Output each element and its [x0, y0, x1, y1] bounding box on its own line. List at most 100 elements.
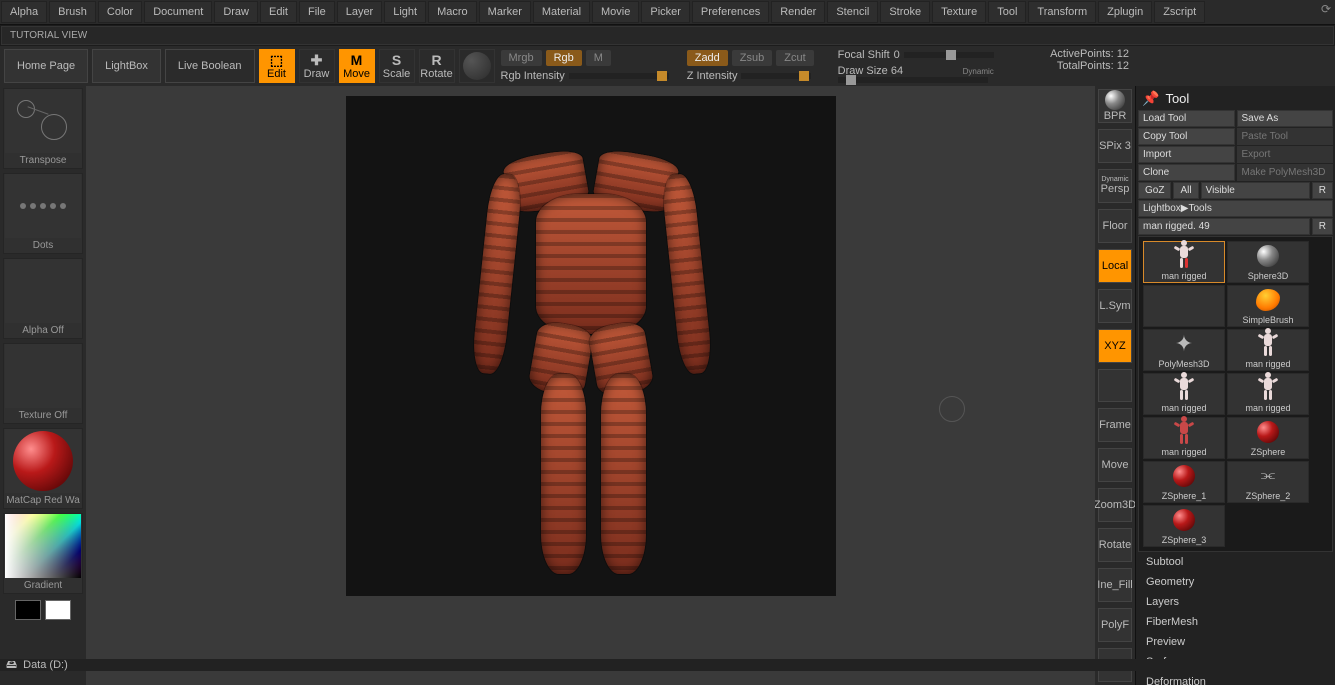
- menu-preferences[interactable]: Preferences: [692, 1, 769, 23]
- section-deformation[interactable]: Deformation: [1138, 672, 1333, 685]
- section-preview[interactable]: Preview: [1138, 632, 1333, 652]
- mode-edit-button[interactable]: ⬚Edit: [259, 49, 295, 83]
- menu-edit[interactable]: Edit: [260, 1, 297, 23]
- swatch-white[interactable]: [45, 600, 71, 620]
- tool-item-blank[interactable]: [1143, 285, 1225, 327]
- menu-zscript[interactable]: Zscript: [1154, 1, 1205, 23]
- zadd-button[interactable]: Zadd: [687, 50, 728, 66]
- toolbtn-visible[interactable]: Visible: [1201, 182, 1310, 199]
- viewbtn-polyf[interactable]: PolyF: [1098, 608, 1132, 642]
- toolbtn-import[interactable]: Import: [1138, 146, 1235, 163]
- viewbtn-persp[interactable]: DynamicPersp: [1098, 169, 1132, 203]
- rgb-button[interactable]: Rgb: [546, 50, 582, 66]
- menu-document[interactable]: Document: [144, 1, 212, 23]
- mode-draw-button[interactable]: ✚Draw: [299, 49, 335, 83]
- viewbtn-spix[interactable]: SPix 3: [1098, 129, 1132, 163]
- m-button[interactable]: M: [586, 50, 611, 66]
- toolbtn-load-tool[interactable]: Load Tool: [1138, 110, 1235, 127]
- tool-pin-icon[interactable]: 📌: [1142, 90, 1159, 107]
- menu-draw[interactable]: Draw: [214, 1, 258, 23]
- menu-brush[interactable]: Brush: [49, 1, 96, 23]
- toolbtn-goz[interactable]: GoZ: [1138, 182, 1171, 199]
- tool-panel-title: Tool: [1165, 91, 1189, 106]
- menu-render[interactable]: Render: [771, 1, 825, 23]
- menu-file[interactable]: File: [299, 1, 335, 23]
- tool-item-zsphere[interactable]: ZSphere: [1227, 417, 1309, 459]
- menu-material[interactable]: Material: [533, 1, 590, 23]
- viewbtn-local[interactable]: Local: [1098, 249, 1132, 283]
- section-geometry[interactable]: Geometry: [1138, 572, 1333, 592]
- toolbtn-lightbox-tools[interactable]: Lightbox▶Tools: [1138, 200, 1333, 217]
- tool-item-polymesh3d[interactable]: ✦PolyMesh3D: [1143, 329, 1225, 371]
- section-layers[interactable]: Layers: [1138, 592, 1333, 612]
- viewport[interactable]: [346, 96, 836, 596]
- tool-item-man-rigged[interactable]: man rigged: [1143, 241, 1225, 283]
- menu-alpha[interactable]: Alpha: [1, 1, 47, 23]
- menu-zplugin[interactable]: Zplugin: [1098, 1, 1152, 23]
- toolbtn-r[interactable]: R: [1312, 182, 1333, 199]
- viewbtn-rot1[interactable]: [1098, 369, 1132, 403]
- viewbtn-floor[interactable]: Floor: [1098, 209, 1132, 243]
- menu-transform[interactable]: Transform: [1028, 1, 1096, 23]
- tool-item-sphere3d[interactable]: Sphere3D: [1227, 241, 1309, 283]
- home-page-button[interactable]: Home Page: [4, 49, 88, 83]
- toolbtn-save-as[interactable]: Save As: [1237, 110, 1334, 127]
- menu-stroke[interactable]: Stroke: [880, 1, 930, 23]
- toolbtn-all[interactable]: All: [1173, 182, 1198, 199]
- tool-item-man-rigged[interactable]: man rigged: [1227, 329, 1309, 371]
- toolbtn-copy-tool[interactable]: Copy Tool: [1138, 128, 1235, 145]
- tool-item-man-rigged[interactable]: man rigged: [1227, 373, 1309, 415]
- tool-item-zsphere-3[interactable]: ZSphere_3: [1143, 505, 1225, 547]
- tray-alpha-off[interactable]: Alpha Off: [3, 258, 83, 339]
- tool-item-zsphere-1[interactable]: ZSphere_1: [1143, 461, 1225, 503]
- menu-layer[interactable]: Layer: [337, 1, 383, 23]
- menu-texture[interactable]: Texture: [932, 1, 986, 23]
- mode-move-button[interactable]: MMove: [339, 49, 375, 83]
- viewbtn-fill[interactable]: Ine_Fill: [1098, 568, 1132, 602]
- viewbtn-xyz[interactable]: XYZ: [1098, 329, 1132, 363]
- tool-item-icon: [1143, 372, 1225, 402]
- tray-dots[interactable]: Dots: [3, 173, 83, 254]
- toolbtn-clone[interactable]: Clone: [1138, 164, 1235, 181]
- menu-color[interactable]: Color: [98, 1, 142, 23]
- viewbtn-rrotate[interactable]: Rotate: [1098, 528, 1132, 562]
- viewbtn-frame[interactable]: Frame: [1098, 408, 1132, 442]
- z-intensity-slider[interactable]: [741, 73, 811, 79]
- viewbtn-bpr[interactable]: BPR: [1098, 89, 1132, 123]
- mode-scale-button[interactable]: SScale: [379, 49, 415, 83]
- menu-tool[interactable]: Tool: [988, 1, 1026, 23]
- zcut-button[interactable]: Zcut: [776, 50, 813, 66]
- viewbtn-zoom3d[interactable]: Zoom3D: [1098, 488, 1132, 522]
- menu-macro[interactable]: Macro: [428, 1, 477, 23]
- draw-size-slider[interactable]: [838, 77, 988, 83]
- section-subtool[interactable]: Subtool: [1138, 552, 1333, 572]
- toolbtn-man-rigged-49[interactable]: man rigged. 49: [1138, 218, 1310, 235]
- tool-item-man-rigged[interactable]: man rigged: [1143, 417, 1225, 459]
- tool-item-man-rigged[interactable]: man rigged: [1143, 373, 1225, 415]
- menu-marker[interactable]: Marker: [479, 1, 531, 23]
- menu-light[interactable]: Light: [384, 1, 426, 23]
- focal-shift-slider[interactable]: [904, 52, 994, 58]
- tool-item-zsphere-2[interactable]: ⫘ZSphere_2: [1227, 461, 1309, 503]
- zsub-button[interactable]: Zsub: [732, 50, 772, 66]
- tray-texture-off[interactable]: Texture Off: [3, 343, 83, 424]
- lightbox-button[interactable]: LightBox: [92, 49, 161, 83]
- tray-transpose[interactable]: Transpose: [3, 88, 83, 169]
- swatch-black[interactable]: [15, 600, 41, 620]
- section-fibermesh[interactable]: FiberMesh: [1138, 612, 1333, 632]
- viewbtn-lsym[interactable]: L.Sym: [1098, 289, 1132, 323]
- mode-rotate-button[interactable]: RRotate: [419, 49, 455, 83]
- sphere-preview-icon[interactable]: [459, 49, 495, 83]
- rgb-intensity-slider[interactable]: [569, 73, 669, 79]
- tray-material[interactable]: MatCap Red Wa: [3, 428, 83, 509]
- tray-gradient[interactable]: Gradient: [3, 513, 83, 594]
- menu-movie[interactable]: Movie: [592, 1, 639, 23]
- menu-stencil[interactable]: Stencil: [827, 1, 878, 23]
- mrgb-button[interactable]: Mrgb: [501, 50, 542, 66]
- draw-size-value: 64: [891, 65, 903, 77]
- toolbtn-r[interactable]: R: [1312, 218, 1333, 235]
- viewbtn-rmove[interactable]: Move: [1098, 448, 1132, 482]
- tool-item-simplebrush[interactable]: SimpleBrush: [1227, 285, 1309, 327]
- live-boolean-button[interactable]: Live Boolean: [165, 49, 255, 83]
- menu-picker[interactable]: Picker: [641, 1, 690, 23]
